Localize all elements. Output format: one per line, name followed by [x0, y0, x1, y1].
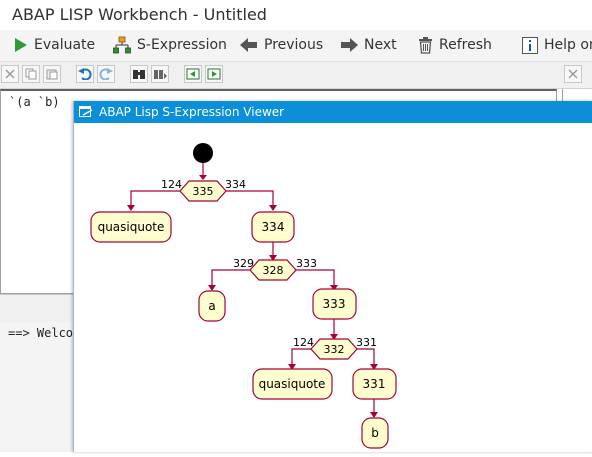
evaluate-button[interactable]: Evaluate — [14, 34, 95, 56]
branch-label: 124 — [161, 178, 182, 191]
arrow-left-icon — [240, 38, 257, 52]
refresh-button[interactable]: Refresh — [418, 34, 492, 56]
node-label: b — [371, 426, 379, 440]
previous-label: Previous — [264, 37, 324, 53]
paste-icon[interactable] — [43, 65, 61, 83]
insert-icon[interactable] — [184, 65, 202, 83]
viewer-title-bar[interactable]: ABAP Lisp S-Expression Viewer — [74, 101, 592, 123]
find-icon[interactable] — [130, 65, 148, 83]
branch-label: 124 — [293, 336, 314, 349]
cut-icon[interactable] — [564, 65, 582, 83]
node-label: quasiquote — [98, 220, 165, 234]
node-label: 331 — [363, 377, 386, 391]
find-next-icon[interactable] — [151, 65, 169, 83]
window-icon — [79, 106, 93, 117]
branch-label: 333 — [296, 257, 317, 270]
redo-icon[interactable] — [97, 65, 115, 83]
sexpression-graph: 335 124 334 quasiquote 334 328 329 333 a — [74, 123, 592, 452]
tree-icon — [113, 36, 131, 54]
title-bar: ABAP LISP Workbench - Untitled — [0, 0, 592, 30]
sexpression-button[interactable]: S-Expression — [113, 34, 227, 56]
viewer-title: ABAP Lisp S-Expression Viewer — [99, 105, 285, 119]
branch-label: 331 — [356, 336, 377, 349]
start-node — [193, 143, 213, 163]
toolbar-divider — [174, 65, 176, 83]
refresh-label: Refresh — [439, 37, 492, 53]
export-icon[interactable] — [205, 65, 223, 83]
sexpression-label: S-Expression — [137, 37, 227, 53]
node-label: a — [208, 299, 215, 313]
decision-label: 335 — [193, 185, 214, 198]
undo-icon[interactable] — [76, 65, 94, 83]
evaluate-label: Evaluate — [34, 37, 96, 53]
trash-icon — [419, 36, 432, 54]
help-label: Help on... — [544, 37, 592, 53]
previous-button[interactable]: Previous — [240, 34, 323, 56]
cut-icon[interactable] — [1, 65, 19, 83]
window-title: ABAP LISP Workbench - Untitled — [12, 5, 267, 24]
editor-toolbar — [0, 62, 592, 89]
decision-label: 332 — [324, 343, 345, 356]
node-label: 333 — [323, 297, 346, 311]
toolbar-divider — [120, 65, 122, 83]
branch-label: 329 — [233, 257, 254, 270]
copy-icon[interactable] — [22, 65, 40, 83]
branch-label: 334 — [225, 178, 246, 191]
sexpression-viewer-window: ABAP Lisp S-Expression Viewer 335 124 33… — [73, 101, 592, 452]
info-icon — [522, 36, 538, 54]
output-line: ==> Welco — [8, 326, 74, 340]
editor-code: `(a `b) — [9, 95, 60, 109]
main-toolbar: Evaluate S-Expression Previous Next Refr… — [0, 30, 592, 62]
play-icon — [15, 38, 27, 52]
next-button[interactable]: Next — [340, 34, 397, 56]
decision-label: 328 — [263, 264, 284, 277]
toolbar-divider — [66, 65, 68, 83]
arrow-right-icon — [341, 38, 358, 52]
next-label: Next — [364, 37, 397, 53]
help-button[interactable]: Help on... — [522, 34, 592, 56]
node-label: quasiquote — [259, 377, 326, 391]
node-label: 334 — [262, 220, 285, 234]
